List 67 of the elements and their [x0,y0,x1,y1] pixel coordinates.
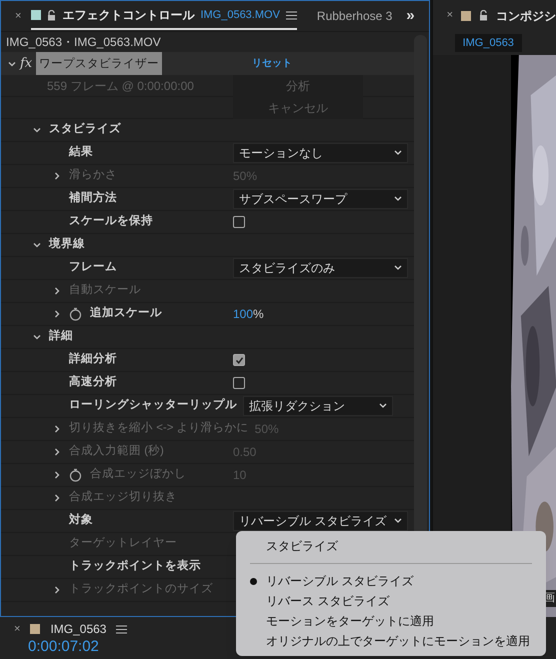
property-label: 滑らかさ [69,168,117,184]
dropdown[interactable]: リバーシブル スタビライズ [233,511,408,531]
menu-icon[interactable] [116,624,128,634]
reset-link[interactable]: リセット [252,56,292,71]
property-label: 詳細分析 [69,351,117,368]
chevron-down-icon[interactable] [33,126,41,134]
close-icon[interactable]: × [15,8,22,24]
stopwatch-icon[interactable] [69,307,82,321]
chevron-down-icon [394,150,402,156]
property-label: トラックポイントのサイズ [69,582,213,598]
checkbox[interactable] [233,216,245,228]
property-label: ターゲットレイヤー [69,536,177,552]
chevron-down-icon [379,403,387,409]
chevron-down-icon[interactable] [8,60,16,68]
dropdown[interactable]: サブスペースワープ [233,189,408,209]
section-label[interactable]: 境界線 [49,236,85,254]
chevron-down-icon [394,518,402,524]
dropdown[interactable]: 拡張リダクション [243,396,393,416]
color-swatch-icon [30,624,40,634]
effect-name[interactable]: ワープスタビライザー [36,52,162,75]
property-label: ローリングシャッターリップル [69,397,237,414]
lock-icon[interactable] [47,10,56,20]
property-label: スケールを保持 [69,213,153,230]
chevron-right-icon[interactable] [53,310,61,318]
chevron-down-icon [394,196,402,202]
property-label: 高速分析 [69,374,117,390]
property-label: 結果 [69,144,93,160]
chevron-down-icon[interactable] [33,241,41,249]
property-label: 合成エッジ切り抜き [69,490,177,506]
dropdown[interactable]: スタビライズのみ [233,258,408,278]
color-swatch-icon [31,10,42,20]
menu-item[interactable]: リバーシブル スタビライズ [236,571,546,591]
section-label[interactable]: スタビライズ [49,121,121,139]
property-label: 補間方法 [69,190,117,206]
frame-status: 559 フレーム @ 0:00:00:00 [46,78,195,94]
panel-tab[interactable]: コンポジシ [496,6,556,24]
panel-tab[interactable]: IMG_0563 [50,620,106,638]
layer-tab[interactable]: IMG_0563 [454,34,522,52]
chevron-down-icon[interactable] [33,333,41,341]
close-icon[interactable]: × [14,620,20,638]
property-label: 合成入力範囲 (秒) [69,444,164,460]
chevron-down-icon [394,265,402,271]
property-label: トラックポイントを表示 [69,558,201,574]
property-value[interactable]: 100% [233,305,264,323]
layer-header: IMG_0563・IMG_0563.MOV [5,34,162,51]
property-label: 追加スケール [90,305,162,322]
panel-tab[interactable]: Rubberhose 3 [316,2,392,30]
menu-item[interactable]: オリジナルの上でターゲットにモーションを適用 [236,631,546,651]
lock-icon[interactable] [479,10,488,21]
checkbox[interactable] [233,354,245,366]
menu-item[interactable]: リバース スタビライズ [236,591,546,611]
menu-icon[interactable] [286,10,297,20]
menu-item[interactable]: スタビライズ [236,536,546,556]
color-swatch-icon [461,10,471,20]
checkbox[interactable] [233,377,245,389]
property-label: 対象 [69,512,93,528]
property-label: 合成エッジぼかし [90,466,186,482]
close-icon[interactable]: × [446,7,453,24]
dropdown[interactable]: モーションなし [233,143,408,163]
panel-tab[interactable]: エフェクトコントロール IMG_0563.MOV [31,2,297,30]
section-label[interactable]: 詳細 [49,328,73,346]
property-label: 自動スケール [69,282,141,298]
property-label: フレーム [69,260,117,276]
property-label: 切り抜きを縮小 <-> より滑らかに [69,420,249,436]
fx-icon[interactable]: fx [20,54,32,74]
menu-item[interactable]: モーションをターゲットに適用 [236,611,546,631]
overflow-button[interactable]: » [406,4,415,28]
